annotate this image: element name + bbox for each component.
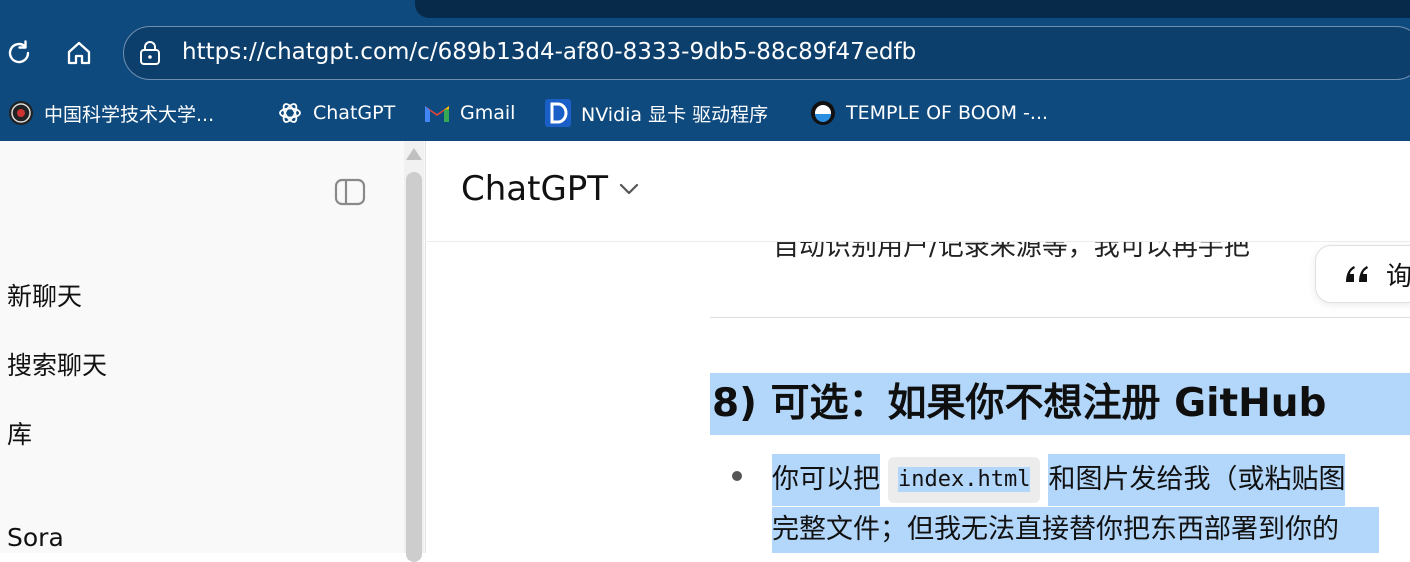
quote-icon <box>1346 266 1368 282</box>
bullet-point <box>732 471 742 481</box>
browser-toolbar: https://chatgpt.com/c/689b13d4-af80-8333… <box>0 0 1410 141</box>
bullet-text-line-2: 完整文件；但我无法直接替你把东西部署到你的 <box>772 507 1379 553</box>
home-button[interactable] <box>62 36 96 70</box>
header-divider <box>427 241 1410 242</box>
chat-sidebar: 新聊天 搜索聊天 库 Sora <box>0 141 426 553</box>
url-text[interactable]: https://chatgpt.com/c/689b13d4-af80-8333… <box>182 39 916 65</box>
reload-button[interactable] <box>2 36 36 70</box>
lock-icon[interactable] <box>138 40 162 66</box>
bookmark-label: NVidia 显卡 驱动程序 <box>581 103 769 126</box>
inline-code: index.html <box>888 457 1041 503</box>
sidebar-item-search-chats[interactable]: 搜索聊天 <box>7 346 107 382</box>
home-icon <box>67 41 91 65</box>
inline-code-text: index.html <box>898 467 1031 492</box>
chevron-down-icon <box>619 183 639 195</box>
sidebar-item-sora[interactable]: Sora <box>7 523 64 552</box>
model-selector[interactable]: ChatGPT <box>461 169 640 209</box>
bookmark-nvidia[interactable]: NVidia 显卡 驱动程序 <box>545 94 768 132</box>
scroll-up-arrow-icon[interactable] <box>406 148 422 160</box>
bookmark-label: TEMPLE OF BOOM -... <box>846 102 1049 124</box>
tab-strip <box>415 0 1410 18</box>
sidebar-scroll-thumb[interactable] <box>406 172 422 562</box>
bookmarks-bar: 中国科学技术大学... ChatGPT Gmail NVidia 显卡 驱动程序… <box>0 94 1410 132</box>
sidebar-toggle-icon[interactable] <box>334 177 366 207</box>
reload-icon <box>8 40 30 64</box>
bullet-text-after: 和图片发给我（或粘贴图 <box>1048 454 1346 506</box>
message-text-partial: 自动识别用户/记录来源等，我可以再手把 <box>773 232 1250 262</box>
sidebar-item-library[interactable]: 库 <box>7 415 32 451</box>
gmail-icon <box>424 100 450 126</box>
bookmark-chatgpt[interactable]: ChatGPT <box>277 94 395 132</box>
section-heading: 8) 可选：如果你不想注册 GitHub <box>710 373 1410 435</box>
bookmark-temple-of-boom[interactable]: TEMPLE OF BOOM -... <box>810 94 1048 132</box>
ustc-icon <box>8 100 34 126</box>
temple-icon <box>810 100 836 126</box>
model-name: ChatGPT <box>461 169 609 209</box>
bookmark-label: 中国科学技术大学... <box>44 103 215 126</box>
quote-label: 询 <box>1386 261 1410 292</box>
chat-main: ChatGPT 自动识别用户/记录来源等，我可以再手把 询 8) 可选：如果你不… <box>427 141 1410 553</box>
sidebar-item-new-chat[interactable]: 新聊天 <box>7 277 82 313</box>
address-bar[interactable]: https://chatgpt.com/c/689b13d4-af80-8333… <box>123 26 1410 80</box>
bullet-text-before: 你可以把 <box>772 454 880 506</box>
bookmark-ustc[interactable]: 中国科学技术大学... <box>8 94 214 132</box>
openai-icon <box>277 100 303 126</box>
bullet-text-line-1: 你可以把 index.html 和图片发给我（或粘贴图 <box>772 454 1346 506</box>
bookmark-gmail[interactable]: Gmail <box>424 94 515 132</box>
section-divider <box>710 317 1410 318</box>
bookmark-label: ChatGPT <box>313 102 396 124</box>
d-letter-icon <box>545 99 571 127</box>
quote-button[interactable]: 询 <box>1315 245 1410 303</box>
bookmark-label: Gmail <box>460 102 516 124</box>
